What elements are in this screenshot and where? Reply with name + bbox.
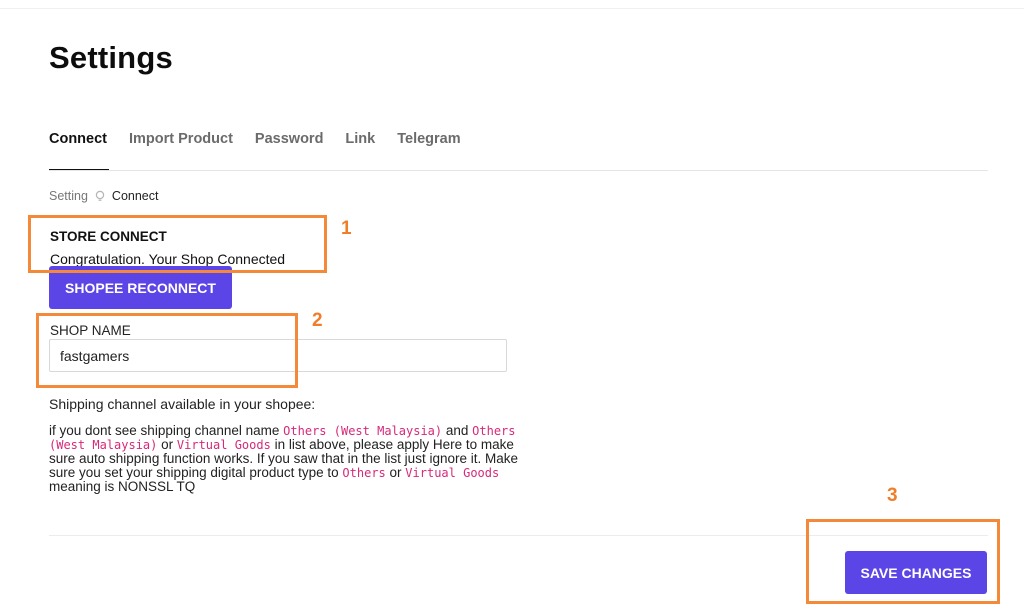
tab-password[interactable]: Password [255, 131, 324, 147]
tab-connect[interactable]: Connect [49, 131, 107, 147]
annotation-number-1: 1 [341, 218, 352, 239]
shipping-code-virtual-goods: Virtual Goods [176, 438, 271, 452]
annotation-box-2 [36, 313, 298, 388]
shipping-note-text: and [442, 423, 473, 438]
shipping-note-text: if you dont see shipping channel name [49, 423, 284, 438]
annotation-box-1 [28, 215, 327, 273]
annotation-number-3: 3 [887, 485, 898, 506]
shipping-code-others: Others [342, 466, 386, 480]
breadcrumb-root[interactable]: Setting [49, 189, 88, 203]
tab-import-product[interactable]: Import Product [129, 131, 233, 147]
annotation-number-2: 2 [312, 310, 323, 331]
page-title: Settings [49, 40, 173, 75]
tabs-divider [49, 170, 988, 171]
tab-link[interactable]: Link [345, 131, 375, 147]
breadcrumb: Setting Connect [49, 189, 158, 203]
breadcrumb-current: Connect [111, 189, 159, 203]
annotation-box-3 [806, 519, 1000, 604]
tab-telegram[interactable]: Telegram [397, 131, 460, 147]
tab-bar: Connect Import Product Password Link Tel… [49, 131, 461, 147]
shipping-note-text: meaning is NONSSL TQ [49, 479, 196, 494]
top-divider [0, 8, 1024, 9]
shipping-note-text: or [385, 465, 406, 480]
shipping-code-virtual-goods: Virtual Goods [405, 466, 500, 480]
bulb-icon [94, 190, 106, 202]
shipping-note-text: or [157, 437, 177, 452]
shipping-code-others-west-malaysia: Others (West Malaysia) [283, 424, 443, 438]
shipping-note: if you dont see shipping channel name Ot… [49, 424, 519, 494]
shipping-channel-label: Shipping channel available in your shope… [49, 396, 316, 412]
